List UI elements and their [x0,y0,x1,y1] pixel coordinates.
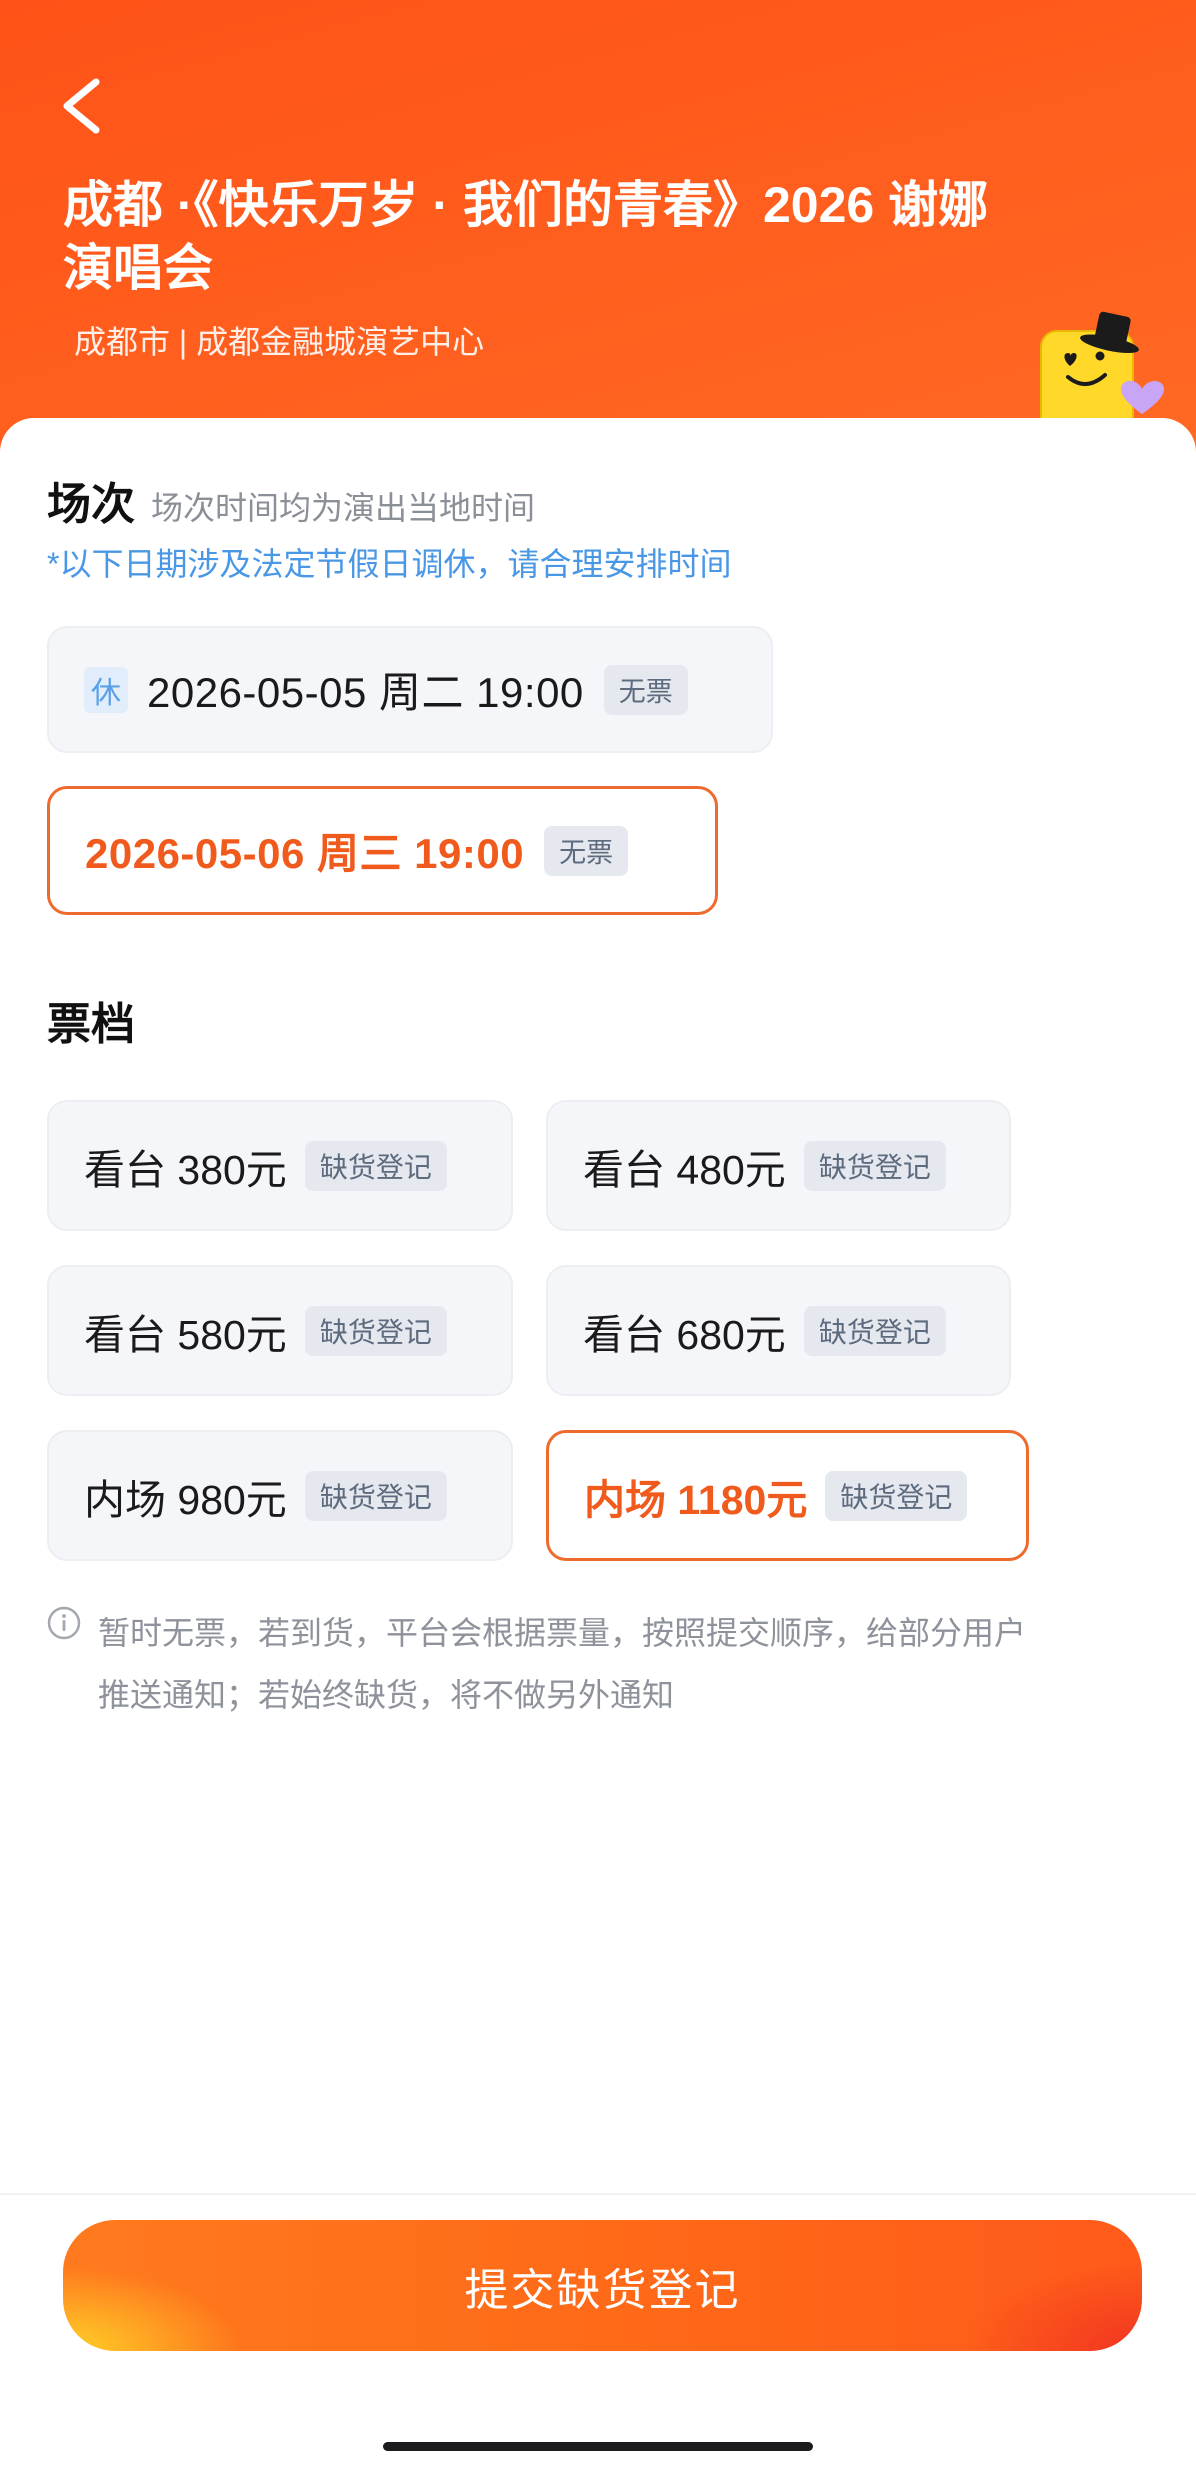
status-badge: 无票 [544,825,629,876]
session-option[interactable]: 2026-05-06 周三 19:00 无票 [47,786,718,915]
tier-label: 看台 580元 [84,1311,287,1358]
mascot-sticker-icon [1040,311,1165,425]
holiday-badge: 休 [84,666,128,713]
tier-option[interactable]: 内场 980元 缺货登记 [47,1430,513,1561]
notice-line: 暂时无票，若到货，平台会根据票量，按照提交顺序，给部分用户 [98,1615,1027,1651]
restock-notice: 暂时无票，若到货，平台会根据票量，按照提交顺序，给部分用户 推送通知；若始终缺货… [98,1602,1026,1726]
event-venue: 成都市 | 成都金融城演艺中心 [74,324,485,360]
tier-option[interactable]: 看台 480元 缺货登记 [546,1100,1011,1231]
home-indicator [383,2442,813,2451]
tier-heading: 票档 [47,1000,135,1049]
back-button[interactable] [50,72,110,142]
session-heading: 场次 [47,480,135,529]
session-option[interactable]: 休 2026-05-05 周二 19:00 无票 [47,626,773,753]
tier-section-header: 票档 [47,998,135,1052]
info-circle-icon [47,1606,81,1640]
event-title: 成都 ·《快乐万岁 · 我们的青春》2026 谢娜 演唱会 [63,174,1143,300]
status-badge: 无票 [603,664,688,715]
ticket-selection-panel: 场次 场次时间均为演出当地时间 *以下日期涉及法定节假日调休，请合理安排时间 休… [0,418,1196,2473]
chevron-left-icon [63,78,100,134]
submit-restock-button[interactable]: 提交缺货登记 [63,2220,1142,2351]
status-badge: 缺货登记 [803,1140,946,1191]
tier-label: 看台 480元 [583,1146,786,1193]
tier-option[interactable]: 看台 580元 缺货登记 [47,1265,513,1396]
notice-line: 推送通知；若始终缺货，将不做另外通知 [98,1677,675,1713]
tier-label: 内场 980元 [84,1476,287,1523]
tier-option[interactable]: 内场 1180元 缺货登记 [546,1430,1029,1561]
status-badge: 缺货登记 [803,1305,946,1356]
status-badge: 缺货登记 [304,1470,447,1521]
status-badge: 缺货登记 [825,1470,968,1521]
tier-label: 看台 380元 [84,1146,287,1193]
bottom-action-bar: 提交缺货登记 [0,2193,1196,2475]
status-badge: 缺货登记 [304,1140,447,1191]
session-section-header: 场次 场次时间均为演出当地时间 [47,478,535,532]
session-datetime: 2026-05-05 周二 19:00 [147,669,584,716]
tier-option[interactable]: 看台 680元 缺货登记 [546,1265,1011,1396]
event-title-line: 演唱会 [63,240,213,296]
tier-label: 看台 680元 [583,1311,786,1358]
event-title-line: 成都 ·《快乐万岁 · 我们的青春》2026 谢娜 [63,177,989,233]
tier-option[interactable]: 看台 380元 缺货登记 [47,1100,513,1231]
holiday-note: *以下日期涉及法定节假日调休，请合理安排时间 [47,546,732,582]
event-header: 成都 ·《快乐万岁 · 我们的青春》2026 谢娜 演唱会 成都市 | 成都金融… [0,0,1196,470]
session-datetime: 2026-05-06 周三 19:00 [85,830,525,877]
status-badge: 缺货登记 [304,1305,447,1356]
tier-label: 内场 1180元 [584,1476,808,1523]
session-timezone-note: 场次时间均为演出当地时间 [151,490,536,526]
